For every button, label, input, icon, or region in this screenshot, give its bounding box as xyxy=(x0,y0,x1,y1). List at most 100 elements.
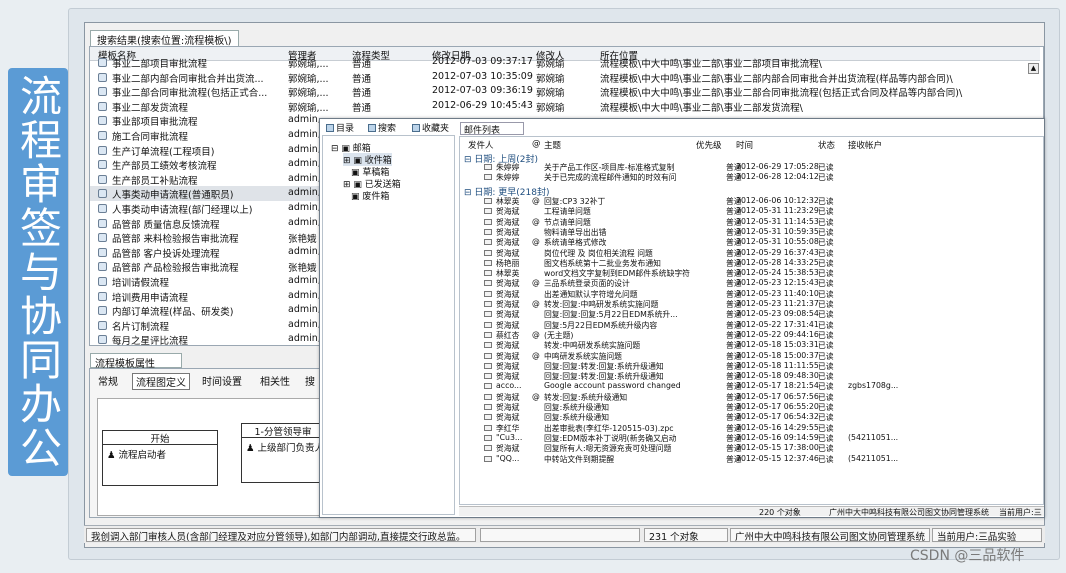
mail-cell-time: 2012-05-23 12:15:43 xyxy=(736,278,819,288)
mail-row[interactable]: 林翠英 @ 回复:CP3 32补丁 普通 2012-06-06 10:12:32 已读 xyxy=(460,196,1043,206)
mail-cell-time: 2012-06-06 10:12:32 xyxy=(736,196,819,205)
result-cell-modifier: 郭婉瑜 xyxy=(536,73,565,85)
mail-cell-time: 2012-05-17 06:55:20 xyxy=(736,402,819,411)
mail-cell-time: 2012-05-23 09:08:54 xyxy=(736,309,819,319)
result-cell-name: 人事类动申请流程(部门经理以上) xyxy=(112,205,253,216)
result-row[interactable]: 事业二部内部合同审批合并出货流... 郭婉瑜,... 普通 2012-07-03 10… xyxy=(90,70,1040,85)
mail-row[interactable]: 贺海斌 @ 转发:回复:系统升级通知 普通 2012-05-17 06:57:56 已读 xyxy=(460,391,1043,402)
tab-relations[interactable]: 相关性 xyxy=(260,373,290,388)
result-cell-name: 生产订单流程(工程项目) xyxy=(112,146,215,158)
props-panel-tab[interactable]: 流程模板属性 xyxy=(90,353,182,370)
toolbar-directory[interactable]: 目录 xyxy=(326,121,354,134)
mail-cell-attach: @ xyxy=(532,350,540,360)
mail-row[interactable]: "QQ... 中转站文件到期提醒 普通 2012-05-15 12:37:46 已读 (5… xyxy=(460,454,1043,464)
result-row[interactable]: 事业二部发货流程 郭婉瑜,... 普通 2012-06-29 10:45:43 郭婉瑜 流… xyxy=(90,99,1040,114)
mail-cell-time: 2012-06-28 12:04:12 xyxy=(736,172,819,182)
folder-trash[interactable]: ▣ 废件箱 xyxy=(351,189,389,202)
mail-row[interactable]: 杨艳丽 图文档系统第十二批业务发布通知 普通 2012-05-28 14:33:25 已… xyxy=(460,257,1043,268)
mail-cell-attach: @ xyxy=(532,216,540,226)
mail-col-status[interactable]: 状态 xyxy=(818,139,835,151)
process-template-icon xyxy=(98,174,107,184)
envelope-icon xyxy=(484,455,492,462)
toolbar-search-label: 搜索 xyxy=(378,124,397,134)
mail-row[interactable]: 贺海斌 物料请单导出出错 普通 2012-05-31 10:59:35 已读 xyxy=(460,227,1043,237)
mail-row[interactable]: 贺海斌 转发:中鸣研发系统实施问题 普通 2012-05-18 15:03:31 已读 xyxy=(460,340,1043,350)
mail-col-subject[interactable]: 主题 xyxy=(544,139,561,151)
flow-start-box[interactable]: 开始 ♟ 流程启动者 xyxy=(102,430,218,486)
result-cell-manager: admin, xyxy=(288,304,321,316)
mail-row[interactable]: 贺海斌 @ 系统请单格式修改 普通 2012-05-31 10:55:08 已读 xyxy=(460,237,1043,247)
result-cell-manager: admin, xyxy=(288,202,321,213)
mail-row[interactable]: 贺海斌 岗位代理 及 岗位相关流程 问题 普通 2012-05-29 16:37:43… xyxy=(460,247,1043,258)
process-template-icon xyxy=(98,72,107,82)
mail-cell-time: 2012-05-22 09:44:16 xyxy=(736,329,819,339)
mail-col-attach[interactable]: @ xyxy=(532,139,541,149)
flow-step-node-label: 上级部门负责人 xyxy=(257,443,325,454)
result-cell-name: 培训费用申请流程 xyxy=(112,292,189,304)
mail-cell-time: 2012-05-29 16:37:43 xyxy=(736,247,819,257)
result-cell-type: 普通 xyxy=(352,102,372,114)
mail-row[interactable]: 朱婷婷 关于产品工作区-项目库-标准格式复制 普通 2012-06-29 17:05:… xyxy=(460,162,1043,172)
mail-row[interactable]: acco... Google account password changed 普通… xyxy=(460,381,1043,391)
process-template-icon xyxy=(98,58,107,67)
mail-row[interactable]: 贺海斌 回复:5月22日EDM系统升级内容 普通 2012-05-22 17:31:4… xyxy=(460,320,1043,330)
mail-row[interactable]: 贺海斌 回复:回复:转发:回复:系统升级通知 普通 2012-05-18 11:11:… xyxy=(460,361,1043,371)
envelope-icon xyxy=(484,414,492,421)
result-cell-manager: admin, xyxy=(288,275,321,286)
tab-flowchart[interactable]: 流程图定义 xyxy=(132,373,190,390)
flow-step-box[interactable]: 1-分管领导审 ♟ 上级部门负责人 xyxy=(241,423,325,483)
mail-row[interactable]: 贺海斌 @ 三品系统登录页面的设计 普通 2012-05-23 12:15:43 已读 xyxy=(460,278,1043,288)
result-cell-name: 品管部 来料检验报告审批流程 xyxy=(112,234,239,246)
mail-row[interactable]: 贺海斌 工程请单问题 普通 2012-05-31 11:23:29 已读 xyxy=(460,206,1043,216)
mail-row[interactable]: 贺海斌 @ 转发:回复:中鸣研发系统实施问题 普通 2012-05-23 11:21:3… xyxy=(460,299,1043,309)
mail-row[interactable]: 蔡红杏 @ (无主题) 普通 2012-05-22 09:44:16 已读 xyxy=(460,329,1043,340)
mail-list-tab[interactable]: 邮件列表 xyxy=(460,122,524,136)
mail-row[interactable]: 贺海斌 @ 节点请单问题 普通 2012-05-31 11:14:53 已读 xyxy=(460,216,1043,227)
mail-col-sender[interactable]: 发件人 xyxy=(468,139,494,151)
result-cell-name: 施工合同审批流程 xyxy=(112,132,189,143)
mail-row[interactable]: 朱婷婷 关于已完成的流程邮件通知的时效有问 普通 2012-06-28 12:04:1… xyxy=(460,172,1043,183)
toolbar-favorites[interactable]: 收藏夹 xyxy=(412,121,449,134)
search-results-tab[interactable]: 搜索结果(搜索位置:流程模板\) xyxy=(90,30,239,47)
result-cell-name: 品管部 产品检验报告审批流程 xyxy=(112,263,239,275)
mail-cell-sender: "Cu3... xyxy=(496,432,523,442)
result-cell-name: 名片订制流程 xyxy=(112,321,170,333)
mail-cell-subject: 关于已完成的流程邮件通知的时效有问 xyxy=(544,173,677,183)
mail-col-account[interactable]: 接收帐户 xyxy=(848,139,882,151)
result-row[interactable]: 事业二部项目审批流程 郭婉瑜,... 普通 2012-07-03 09:37:17 郭婉… xyxy=(90,55,1040,70)
result-cell-manager: 张艳娥 xyxy=(288,234,317,246)
tab-search[interactable]: 搜 xyxy=(305,373,315,388)
toolbar-search[interactable]: 搜索 xyxy=(368,121,396,134)
envelope-icon xyxy=(484,362,492,369)
mail-row[interactable]: 贺海斌 回复:系统升级通知 普通 2012-05-17 06:55:20 已读 xyxy=(460,402,1043,412)
envelope-icon xyxy=(484,331,492,338)
scroll-up-icon[interactable]: ▲ xyxy=(1028,63,1039,74)
mail-row[interactable]: 贺海斌 回复:回复:转发:回复:系统升级通知 普通 2012-05-18 09:48:… xyxy=(460,371,1043,381)
mail-row[interactable]: 贺海斌 回复所有人:嗯无资源充责可处理问题 普通 2012-05-15 17:38:0… xyxy=(460,443,1043,453)
mail-cell-sender: acco... xyxy=(496,381,522,391)
tab-time-settings[interactable]: 时间设置 xyxy=(202,373,242,388)
flowchart-canvas[interactable]: 开始 ♟ 流程启动者 1-分管领导审 ♟ 上级部门负责人 xyxy=(97,398,325,516)
mail-row[interactable]: 贺海斌 @ 中鸣研发系统实施问题 普通 2012-05-18 15:00:37 已读 xyxy=(460,350,1043,361)
result-cell-type: 普通 xyxy=(352,59,372,70)
mail-col-time[interactable]: 时间 xyxy=(736,139,753,151)
mail-row[interactable]: 林翠英 word文档文字复制到EDM邮件系统缺字符 普通 2012-05-24 15:… xyxy=(460,268,1043,278)
mail-status-user: 当前用户:三 xyxy=(999,508,1042,517)
process-template-icon xyxy=(98,291,107,301)
result-cell-name: 人事类动申请流程(普通职员) xyxy=(112,190,234,202)
mail-row[interactable]: "Cu3... 回复:EDM版本补丁说明(新务确又启动 普通 2012-05-16 0… xyxy=(460,432,1043,443)
flow-start-title: 开始 xyxy=(103,431,217,445)
result-cell-location: 流程模板\中大中鸣\事业二部\事业二部项目审批流程\ xyxy=(600,59,822,70)
mail-cell-time: 2012-05-17 06:57:56 xyxy=(736,391,819,401)
tab-general[interactable]: 常规 xyxy=(98,373,118,388)
mail-col-priority[interactable]: 优先级 xyxy=(696,139,722,151)
mail-cell-time: 2012-05-18 09:48:30 xyxy=(736,371,819,381)
result-row[interactable]: 事业二部合同审批流程(包括正式合... 郭婉瑜,... 普通 2012-07-03 0… xyxy=(90,84,1040,99)
mail-row[interactable]: 贺海斌 回复:回复:回复:5月22日EDM系统升... 普通 2012-05-23 0… xyxy=(460,309,1043,319)
mail-row[interactable]: 贺海斌 回复:系统升级通知 普通 2012-05-17 06:54:32 已读 xyxy=(460,412,1043,422)
mail-row[interactable]: 李红华 出差审批表(李红华-120515-03).zpc 普通 2012-05-16 … xyxy=(460,423,1043,433)
mail-cell-time: 2012-05-28 14:33:25 xyxy=(736,257,819,267)
result-cell-date: 2012-06-29 10:45:43 xyxy=(432,99,533,111)
mail-row[interactable]: 贺海斌 出差通知默认字符增允问题 普通 2012-05-23 11:40:10 已读 xyxy=(460,289,1043,299)
mail-status-company: 广州中大中鸣科技有限公司图文协同管理系统 xyxy=(829,508,989,517)
